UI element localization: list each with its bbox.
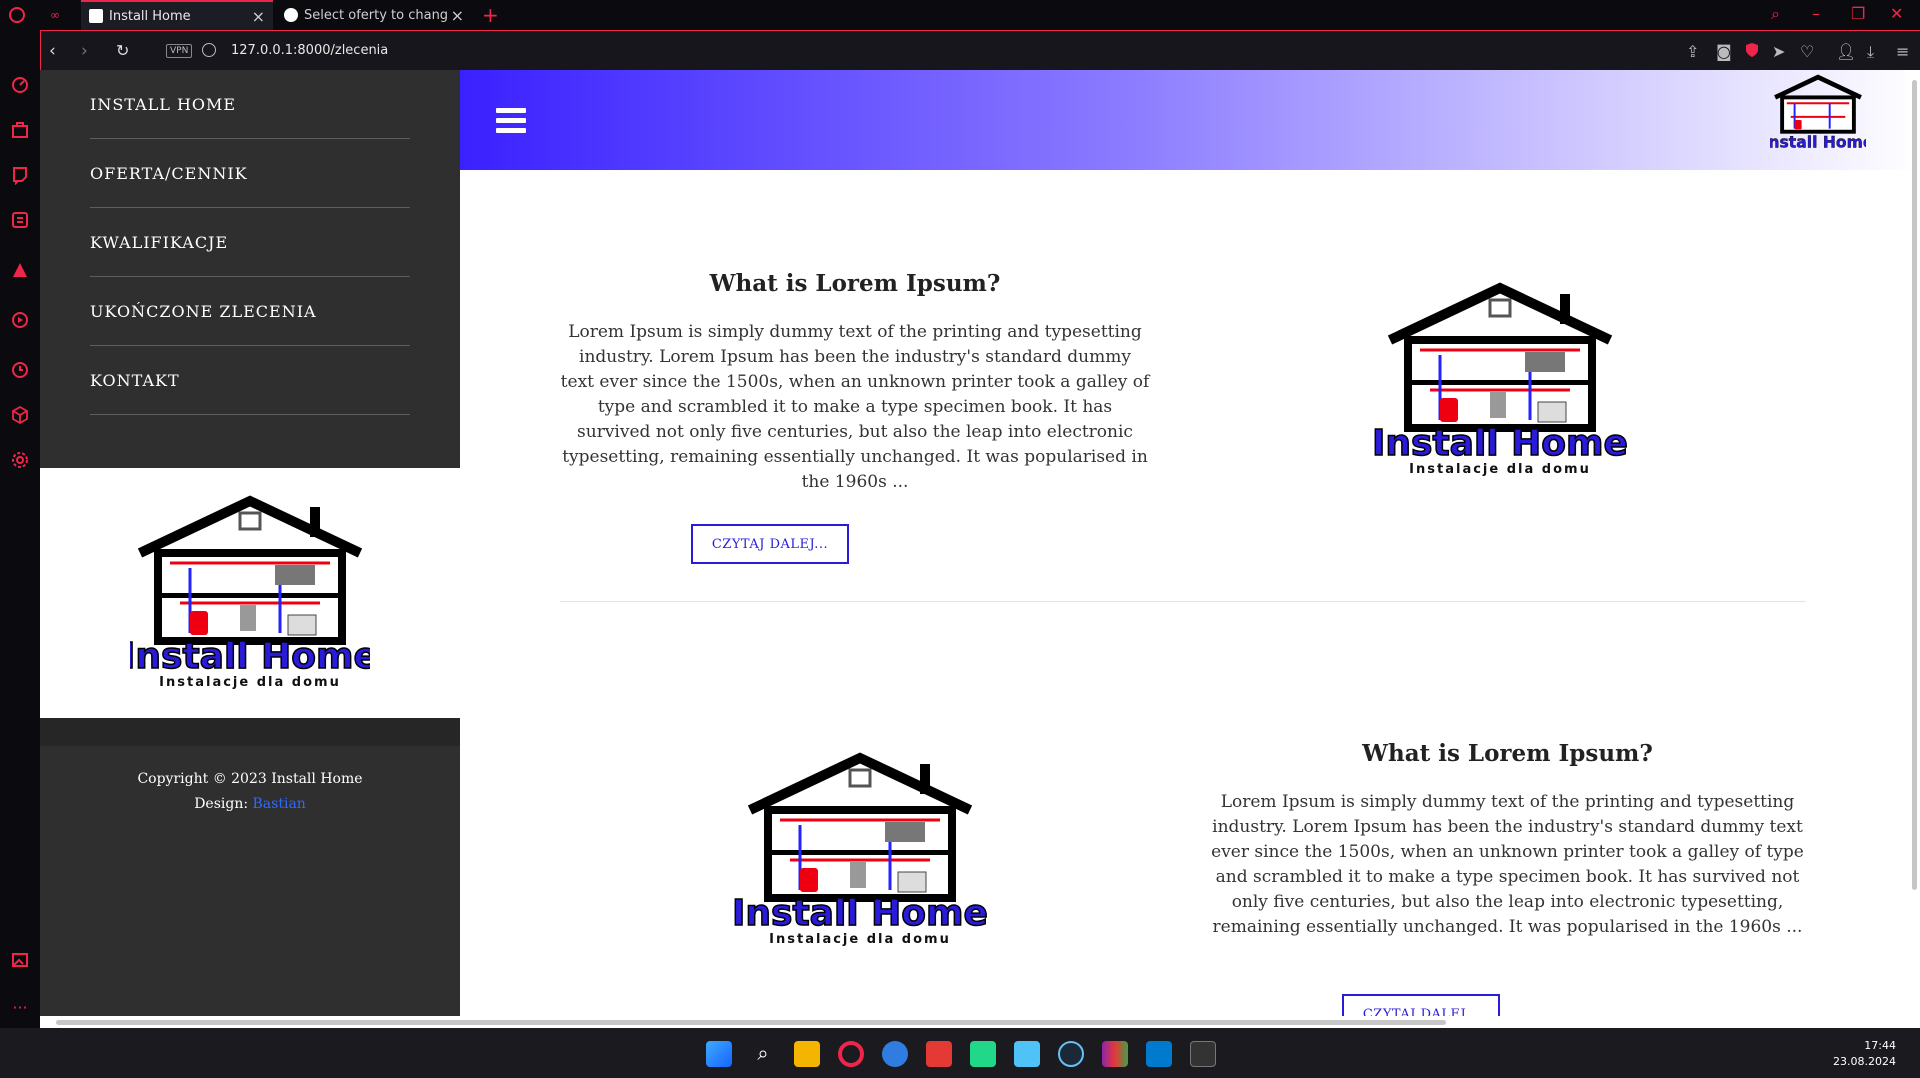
post-1-title: What is Lorem Ipsum?	[709, 270, 1001, 297]
vertical-scrollbar-thumb[interactable]	[1912, 80, 1917, 890]
sidebar-logo[interactable]: Install Home Instalacje dla domu	[40, 468, 460, 718]
sidebar-band	[40, 718, 460, 746]
site-sidebar: INSTALL HOME OFERTA/CENNIK KWALIFIKACJE …	[40, 70, 460, 1028]
site-header: Install Home	[460, 70, 1920, 170]
windows-taskbar: ⌕ 17:44 23.08.2024	[0, 1028, 1920, 1078]
tab-label: Install Home	[109, 8, 191, 24]
menu-item-kwalifikacje[interactable]: KWALIFIKACJE	[90, 208, 410, 277]
speed-dial-icon[interactable]	[10, 75, 30, 95]
post-1-text: Lorem Ipsum is simply dummy text of the …	[560, 322, 1150, 492]
close-window-icon[interactable]: ✕	[1890, 4, 1903, 23]
opera-icon[interactable]	[838, 1041, 864, 1067]
tab-search-icon[interactable]: ⌕	[1771, 4, 1780, 24]
adblock-shield-icon[interactable]	[1744, 42, 1762, 60]
copyright-text: Copyright © 2023 Install Home	[137, 771, 363, 787]
horizontal-scrollbar-thumb[interactable]	[56, 1020, 1446, 1025]
post-2-image: Install Home Instalacje dla domu	[720, 750, 1000, 950]
aria-icon[interactable]	[10, 260, 30, 280]
profile-icon[interactable]: 👤︎	[1836, 42, 1856, 61]
post-1-read-more-button[interactable]: CZYTAJ DALEJ...	[691, 524, 849, 564]
twitch-icon[interactable]	[10, 165, 30, 185]
extensions-cube-icon[interactable]	[10, 405, 30, 425]
tab-islands-icon[interactable]: ∞	[50, 8, 60, 22]
menu-item-oferta-cennik[interactable]: OFERTA/CENNIK	[90, 139, 410, 208]
install-home-logo-icon: Install Home	[1770, 74, 1866, 152]
reload-icon[interactable]: ↻	[116, 41, 129, 60]
tab-label: Select oferty to change | D	[304, 7, 447, 23]
post-2-title: What is Lorem Ipsum?	[1362, 740, 1653, 767]
more-options-icon[interactable]: ···	[10, 998, 30, 1018]
system-clock[interactable]: 17:44 23.08.2024	[1833, 1038, 1896, 1070]
history-icon[interactable]	[10, 360, 30, 380]
opera-menu-icon[interactable]	[9, 7, 25, 23]
vpn-badge[interactable]: VPN	[166, 44, 193, 58]
file-explorer-icon[interactable]	[794, 1041, 820, 1067]
snapshot-icon[interactable]: ◙	[1716, 42, 1734, 61]
tab-select-oferty[interactable]: Select oferty to change | D ×	[276, 0, 472, 30]
search-icon[interactable]: ⌕	[750, 1041, 776, 1067]
pycharm-icon[interactable]	[970, 1041, 996, 1067]
winrar-icon[interactable]	[1102, 1041, 1128, 1067]
back-icon[interactable]: ‹	[49, 41, 56, 61]
terminal-icon[interactable]	[1190, 1041, 1216, 1067]
player-icon[interactable]	[10, 310, 30, 330]
opera-sidebar: ···	[0, 30, 40, 1028]
download-icon[interactable]: ⤓	[1867, 42, 1885, 61]
logo-subtitle: Instalacje dla domu	[769, 932, 951, 947]
logo-subtitle: Instalacje dla domu	[159, 675, 341, 690]
site-favicon-icon	[89, 9, 103, 23]
install-home-logo-icon: Install Home Instalacje dla domu	[1371, 282, 1629, 477]
share-icon[interactable]: ⇪	[1686, 42, 1704, 61]
menu-item-install-home[interactable]: INSTALL HOME	[90, 70, 410, 139]
tab-install-home[interactable]: Install Home ×	[81, 0, 273, 30]
menu-item-kontakt[interactable]: KONTAKT	[90, 346, 410, 415]
hamburger-menu-icon[interactable]	[496, 108, 526, 133]
header-logo-title: Install Home	[1770, 133, 1866, 151]
clock-time: 17:44	[1864, 1039, 1896, 1052]
install-home-logo-icon: Install Home Instalacje dla domu	[731, 752, 989, 947]
header-logo[interactable]: Install Home	[1770, 74, 1866, 152]
menu-item-ukonczone-zlecenia[interactable]: UKOŃCZONE ZLECENIA	[90, 277, 410, 346]
django-favicon-icon	[284, 8, 298, 22]
post-2-text: Lorem Ipsum is simply dummy text of the …	[1211, 792, 1804, 937]
notepad-icon[interactable]	[1014, 1041, 1040, 1067]
design-label: Design:	[194, 796, 249, 812]
new-tab-icon[interactable]: +	[482, 3, 499, 27]
post-divider	[560, 601, 1806, 602]
restore-icon[interactable]: ❐	[1851, 4, 1865, 23]
notes-icon[interactable]	[10, 210, 30, 230]
shopping-bag-icon[interactable]	[10, 120, 30, 140]
page-viewport: INSTALL HOME OFERTA/CENNIK KWALIFIKACJE …	[40, 70, 1920, 1028]
clock-date: 23.08.2024	[1833, 1055, 1896, 1068]
design-author-link[interactable]: Bastian	[253, 796, 306, 812]
close-tab-icon[interactable]: ×	[451, 6, 464, 25]
horizontal-scrollbar[interactable]	[40, 1016, 1909, 1028]
gallery-icon[interactable]	[10, 950, 30, 970]
site-info-globe-icon[interactable]	[202, 43, 216, 57]
send-icon[interactable]: ➤	[1772, 42, 1790, 61]
snipping-icon[interactable]	[926, 1041, 952, 1067]
address-bar: ‹ › ↻ VPN 127.0.0.1:8000/zlecenia ⇪ ◙ ➤ …	[40, 30, 1920, 70]
logo-title: Install Home	[130, 636, 370, 677]
logo-subtitle: Instalacje dla domu	[1409, 462, 1591, 477]
steam-icon[interactable]	[1058, 1041, 1084, 1067]
logo-title: Install Home	[1372, 423, 1628, 464]
vertical-scrollbar[interactable]	[1909, 70, 1920, 1020]
settings-gear-icon[interactable]	[10, 450, 30, 470]
close-tab-icon[interactable]: ×	[252, 7, 265, 26]
tab-bar: ∞ Install Home × Select oferty to change…	[0, 0, 1920, 30]
install-home-logo-icon: Install Home Instalacje dla domu	[130, 495, 370, 690]
easy-setup-menu-icon[interactable]: ≡	[1896, 42, 1914, 61]
minimize-icon[interactable]: –	[1812, 4, 1820, 23]
post-1-image: Install Home Instalacje dla domu	[1360, 280, 1640, 480]
forward-icon[interactable]: ›	[81, 41, 88, 61]
logo-title: Install Home	[732, 893, 988, 934]
app-icon[interactable]	[882, 1041, 908, 1067]
footer-copyright: Copyright © 2023 Install Home Design: Ba…	[40, 767, 460, 817]
vscode-icon[interactable]	[1146, 1041, 1172, 1067]
url-field[interactable]: 127.0.0.1:8000/zlecenia	[231, 43, 388, 58]
favorites-heart-icon[interactable]: ♡	[1800, 42, 1818, 61]
start-icon[interactable]	[706, 1041, 732, 1067]
